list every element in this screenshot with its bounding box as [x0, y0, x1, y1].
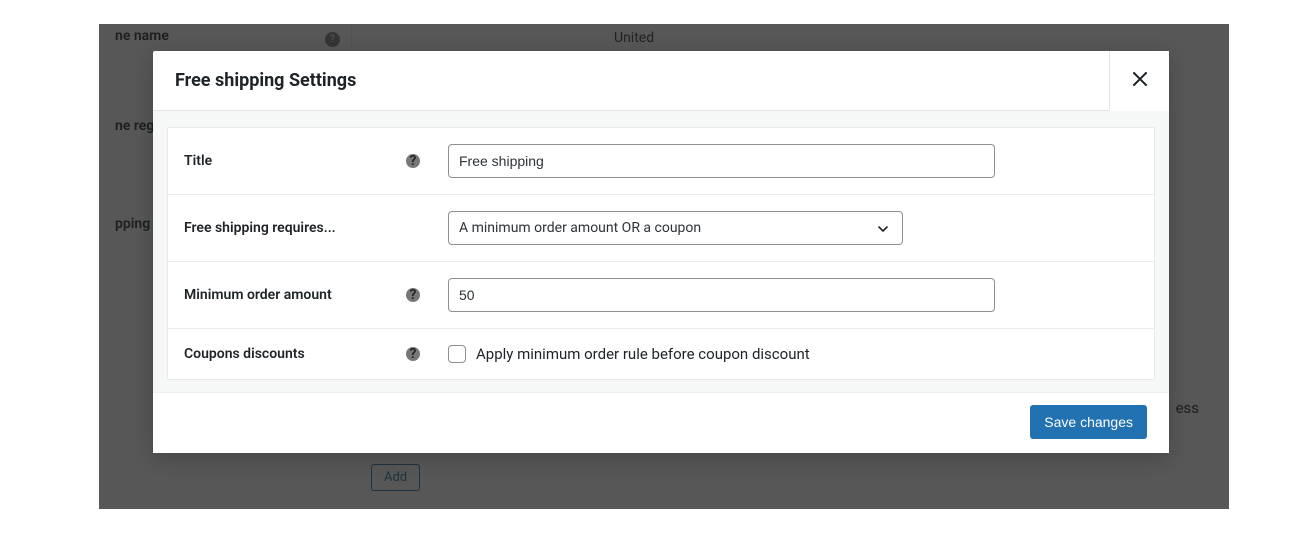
- row-minimum-label: Minimum order amount ?: [184, 287, 432, 303]
- row-title: Title ?: [168, 128, 1154, 195]
- requires-label-text: Free shipping requires...: [184, 220, 336, 236]
- modal-header: Free shipping Settings: [153, 51, 1169, 111]
- requires-select-text: A minimum order amount OR a coupon: [459, 220, 701, 236]
- modal-footer: Save changes: [153, 392, 1169, 453]
- row-coupons-field: Apply minimum order rule before coupon d…: [432, 345, 810, 363]
- help-icon[interactable]: ?: [406, 288, 420, 302]
- help-icon[interactable]: ?: [406, 154, 420, 168]
- modal-title: Free shipping Settings: [153, 70, 356, 91]
- row-coupons: Coupons discounts ? Apply minimum order …: [168, 329, 1154, 379]
- row-requires-field: A minimum order amount OR a coupon: [432, 211, 903, 245]
- chevron-down-icon: [876, 221, 890, 235]
- minimum-input[interactable]: [448, 278, 995, 312]
- minimum-label-text: Minimum order amount: [184, 287, 332, 303]
- close-icon: [1133, 69, 1147, 92]
- requires-select[interactable]: A minimum order amount OR a coupon: [448, 211, 903, 245]
- coupons-label-text: Coupons discounts: [184, 346, 305, 362]
- modal-body: Title ? Free shipping requires... A mini…: [153, 111, 1169, 392]
- coupons-checkbox[interactable]: [448, 345, 466, 363]
- row-requires-label: Free shipping requires...: [184, 220, 432, 236]
- row-coupons-label: Coupons discounts ?: [184, 346, 432, 362]
- save-button[interactable]: Save changes: [1030, 405, 1147, 439]
- help-icon[interactable]: ?: [406, 347, 420, 361]
- row-minimum: Minimum order amount ?: [168, 262, 1154, 329]
- title-label-text: Title: [184, 153, 212, 169]
- row-requires: Free shipping requires... A minimum orde…: [168, 195, 1154, 262]
- coupons-checkbox-label: Apply minimum order rule before coupon d…: [476, 345, 810, 363]
- close-button[interactable]: [1109, 51, 1169, 111]
- free-shipping-settings-modal: Free shipping Settings Title ? Free ship…: [153, 51, 1169, 453]
- row-title-label: Title ?: [184, 153, 432, 169]
- settings-table: Title ? Free shipping requires... A mini…: [167, 127, 1155, 380]
- row-title-field: [432, 144, 995, 178]
- title-input[interactable]: [448, 144, 995, 178]
- row-minimum-field: [432, 278, 995, 312]
